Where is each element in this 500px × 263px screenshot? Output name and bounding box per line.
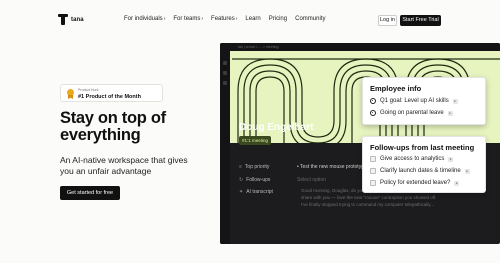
top-nav: tana For individuals› For teams› Feature…: [0, 0, 500, 40]
employee-info-card: Employee info Q1 goal: Level up AI skill…: [362, 77, 486, 125]
refresh-icon: ↻: [239, 177, 244, 183]
card-title: Follow-ups from last meeting: [370, 143, 475, 152]
get-started-button[interactable]: Get started for free: [60, 186, 120, 200]
menu-item-community[interactable]: Community: [295, 16, 325, 22]
field-value-top-priority[interactable]: • Test the new mouse prototype: [297, 164, 367, 170]
expand-icon: ▸: [464, 168, 470, 174]
medal-icon: [66, 89, 75, 99]
list-item[interactable]: Give access to analytics ▸: [370, 156, 454, 162]
badge-source: Product Hunt: [78, 88, 99, 92]
list-icon: ≡: [239, 164, 242, 170]
field-ai-transcript[interactable]: ✦ AI transcript: [239, 189, 273, 195]
menu-item-pricing[interactable]: Pricing: [269, 16, 287, 22]
list-item[interactable]: Going on parental leave ▸: [370, 110, 453, 116]
menu-item-for-individuals[interactable]: For individuals›: [124, 16, 165, 22]
app-sidebar: [220, 51, 230, 244]
menu-item-features[interactable]: Features›: [211, 16, 237, 22]
main-menu: For individuals› For teams› Features› Le…: [124, 16, 325, 22]
login-button[interactable]: Log in: [378, 15, 397, 26]
chevron-right-icon: ›: [201, 16, 204, 22]
card-title: Employee info: [370, 84, 422, 93]
app-breadcrumb: tab | crowd > ... > meeting: [238, 45, 279, 49]
sidebar-icon: [223, 71, 227, 75]
hero-subhead: An AI-native workspace that gives you an…: [60, 155, 188, 176]
node-title[interactable]: Doug Engelbart: [239, 122, 313, 133]
start-trial-button[interactable]: Start Free Trial: [400, 15, 441, 26]
chevron-right-icon: ›: [163, 16, 166, 22]
product-hunt-badge[interactable]: Product Hunt #1 Product of the Month: [60, 84, 163, 102]
menu-item-for-teams[interactable]: For teams›: [173, 16, 203, 22]
followups-card: Follow-ups from last meeting Give access…: [362, 136, 486, 193]
tana-logo-icon: [58, 14, 68, 25]
expand-icon: ▸: [452, 98, 458, 104]
expand-icon: ▸: [447, 110, 453, 116]
badge-title: #1 Product of the Month: [78, 94, 141, 100]
list-item[interactable]: Policy for extended leave? ▸: [370, 180, 460, 186]
field-top-priority[interactable]: ≡ Top priority: [239, 164, 269, 170]
app-titlebar: tab | crowd > ... > meeting: [220, 43, 500, 51]
sparkle-icon: ✦: [239, 189, 244, 195]
menu-item-learn[interactable]: Learn: [245, 16, 260, 22]
sidebar-icon: [223, 61, 227, 65]
logo-text: tana: [71, 16, 84, 23]
logo[interactable]: tana: [58, 14, 84, 25]
bullet-icon: [370, 98, 376, 104]
list-item[interactable]: Clarify launch dates & timeline ▸: [370, 168, 470, 174]
expand-icon: ▸: [454, 180, 460, 186]
supertag[interactable]: #1:1 meeting: [239, 136, 272, 145]
checkbox[interactable]: [370, 168, 376, 174]
bullet-icon: [370, 110, 376, 116]
field-value-follow-ups[interactable]: Select option: [297, 177, 326, 183]
sidebar-icon: [223, 81, 227, 85]
checkbox[interactable]: [370, 156, 376, 162]
field-follow-ups[interactable]: ↻ Follow-ups: [239, 177, 270, 183]
checkbox[interactable]: [370, 180, 376, 186]
expand-icon: ▸: [448, 156, 454, 162]
hero-headline: Stay on top of everything: [60, 109, 166, 144]
list-item[interactable]: Q1 goal: Level up AI skills ▸: [370, 98, 458, 104]
chevron-right-icon: ›: [235, 16, 238, 22]
